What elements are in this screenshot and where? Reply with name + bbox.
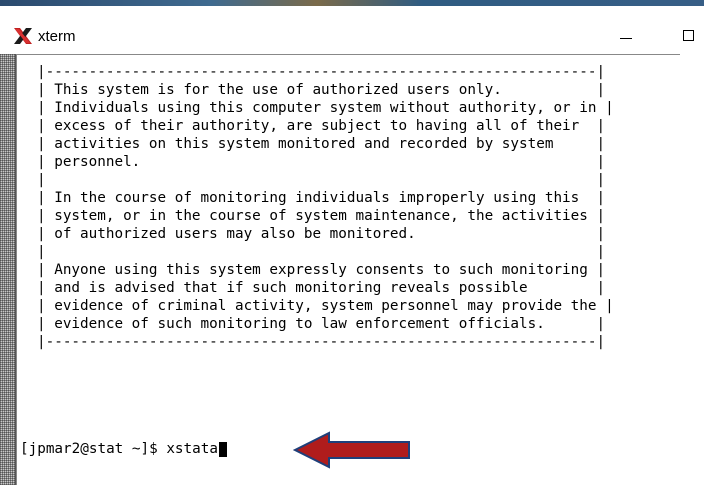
banner-line: | of authorized users may also be monito… <box>37 226 606 242</box>
maximize-button[interactable] <box>672 18 704 52</box>
banner-line: | personnel. | <box>37 154 606 170</box>
banner-line: | evidence of such monitoring to law enf… <box>37 316 606 332</box>
banner-line: | | <box>37 244 606 260</box>
command-prompt-line[interactable]: [jpmar2@stat ~]$ xstata <box>20 440 227 458</box>
typed-command: xstata <box>166 441 218 457</box>
banner-line: | activities on this system monitored an… <box>37 136 606 152</box>
shell-prompt: [jpmar2@stat ~]$ <box>20 441 167 457</box>
banner-line: | Anyone using this system expressly con… <box>37 262 606 278</box>
banner-line: | This system is for the use of authoriz… <box>37 82 606 98</box>
text-cursor <box>218 441 227 457</box>
banner-line: | In the course of monitoring individual… <box>37 190 606 206</box>
window-title: xterm <box>38 28 76 45</box>
banner-line: | | <box>37 172 606 188</box>
annotation-arrow-icon <box>293 431 410 469</box>
banner-line: |---------------------------------------… <box>37 64 606 80</box>
banner-line: | system, or in the course of system mai… <box>37 208 606 224</box>
minimize-button[interactable] <box>606 18 646 52</box>
banner-line: | evidence of criminal activity, system … <box>37 298 614 314</box>
maximize-icon <box>682 29 694 41</box>
window-titlebar[interactable]: xterm <box>0 6 704 54</box>
banner-line: | excess of their authority, are subject… <box>37 118 606 134</box>
xterm-x-icon <box>12 26 34 46</box>
banner-line: | Individuals using this computer system… <box>37 100 614 116</box>
banner-line: | and is advised that if such monitoring… <box>37 280 606 296</box>
terminal-area[interactable]: |---------------------------------------… <box>16 54 680 485</box>
banner-line: |---------------------------------------… <box>37 334 606 350</box>
terminal-scrollbar[interactable] <box>0 54 16 485</box>
minimize-icon <box>620 37 632 39</box>
